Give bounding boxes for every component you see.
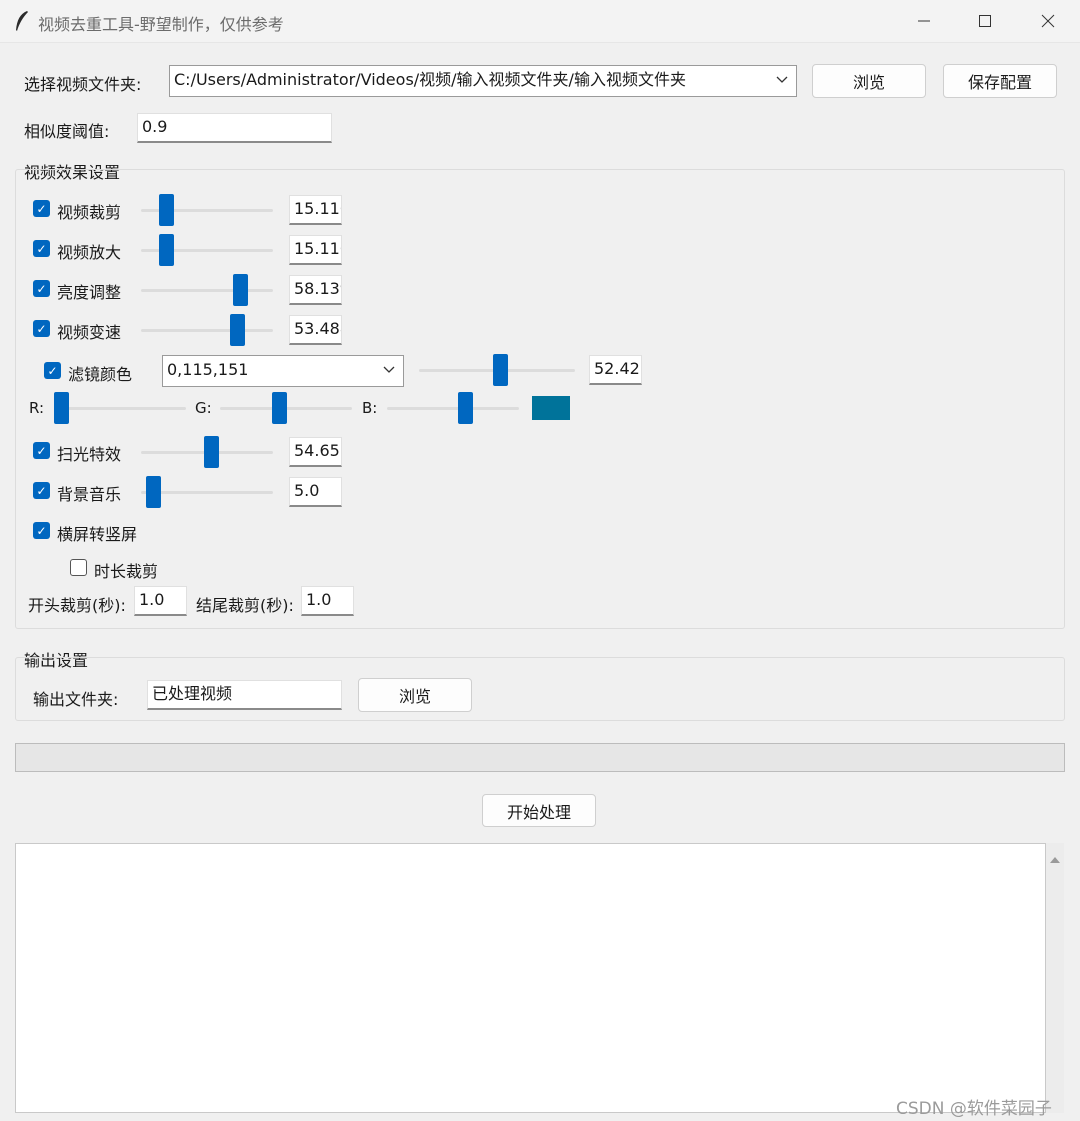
brightness-label: 亮度调整 <box>57 283 122 302</box>
zoom-slider[interactable] <box>141 234 273 266</box>
output-folder-label: 输出文件夹: <box>33 690 119 709</box>
g-label: G: <box>195 399 212 417</box>
landscape-checkbox[interactable]: ✓ <box>33 522 50 539</box>
color-swatch <box>532 396 570 420</box>
brightness-slider[interactable] <box>141 274 273 306</box>
g-slider[interactable] <box>220 392 352 424</box>
output-folder-input[interactable]: 已处理视频 <box>147 680 342 710</box>
close-button[interactable] <box>1017 0 1079 42</box>
speed-checkbox[interactable]: ✓ <box>33 320 50 337</box>
filter-color-value: 0,115,151 <box>167 360 249 379</box>
start-button[interactable]: 开始处理 <box>482 794 596 827</box>
log-scrollbar[interactable] <box>1046 843 1064 1113</box>
music-checkbox[interactable]: ✓ <box>33 482 50 499</box>
watermark: CSDN @软件菜园子 <box>896 1099 1052 1119</box>
minimize-icon <box>918 20 930 22</box>
threshold-input[interactable]: 0.9 <box>137 113 332 143</box>
duration-label: 时长裁剪 <box>94 562 159 581</box>
crop-label: 视频裁剪 <box>57 203 122 222</box>
sweep-label: 扫光特效 <box>57 445 122 464</box>
zoom-label: 视频放大 <box>57 243 122 262</box>
folder-combobox[interactable]: C:/Users/Administrator/Videos/视频/输入视频文件夹… <box>169 65 797 97</box>
browse-input-button[interactable]: 浏览 <box>812 64 926 98</box>
music-value-input[interactable]: 5.0 <box>289 477 342 507</box>
threshold-label: 相似度阈值: <box>24 122 110 141</box>
feather-icon <box>14 10 30 36</box>
effect-row-crop: ✓ 视频裁剪 15.116 <box>33 194 353 226</box>
progress-bar <box>15 743 1065 772</box>
landscape-label: 横屏转竖屏 <box>57 525 138 544</box>
sweep-checkbox[interactable]: ✓ <box>33 442 50 459</box>
zoom-value-input[interactable]: 15.116 <box>289 235 342 265</box>
sweep-value-input[interactable]: 54.651 <box>289 437 342 467</box>
folder-combobox-value: C:/Users/Administrator/Videos/视频/输入视频文件夹… <box>174 70 686 89</box>
filter-label: 滤镜颜色 <box>68 365 133 384</box>
minimize-button[interactable] <box>893 0 955 42</box>
r-label: R: <box>29 399 45 417</box>
zoom-checkbox[interactable]: ✓ <box>33 240 50 257</box>
duration-checkbox[interactable] <box>70 559 87 576</box>
folder-label: 选择视频文件夹: <box>24 75 142 94</box>
tail-trim-label: 结尾裁剪(秒): <box>196 596 294 615</box>
save-config-button[interactable]: 保存配置 <box>943 64 1057 98</box>
speed-label: 视频变速 <box>57 323 122 342</box>
b-label: B: <box>362 399 378 417</box>
sweep-slider[interactable] <box>141 436 273 468</box>
window-title: 视频去重工具-野望制作，仅供参考 <box>38 15 284 34</box>
b-slider[interactable] <box>387 392 519 424</box>
music-slider[interactable] <box>141 476 273 508</box>
crop-checkbox[interactable]: ✓ <box>33 200 50 217</box>
r-slider[interactable] <box>54 392 186 424</box>
browse-output-button[interactable]: 浏览 <box>358 678 472 712</box>
filter-value-input[interactable]: 52.427 <box>589 355 642 385</box>
effect-row-sweep: ✓ 扫光特效 54.651 <box>33 436 353 468</box>
close-icon <box>1041 14 1055 28</box>
effect-row-music: ✓ 背景音乐 5.0 <box>33 476 353 508</box>
effect-row-zoom: ✓ 视频放大 15.116 <box>33 234 353 266</box>
music-label: 背景音乐 <box>57 485 122 504</box>
chevron-down-icon <box>776 66 788 96</box>
effect-row-speed: ✓ 视频变速 53.488 <box>33 314 353 346</box>
effect-row-brightness: ✓ 亮度调整 58.139 <box>33 274 353 306</box>
crop-value-input[interactable]: 15.116 <box>289 195 342 225</box>
crop-slider[interactable] <box>141 194 273 226</box>
speed-slider[interactable] <box>141 314 273 346</box>
head-trim-label: 开头裁剪(秒): <box>28 596 126 615</box>
brightness-value-input[interactable]: 58.139 <box>289 275 342 305</box>
filter-color-combobox[interactable]: 0,115,151 <box>162 355 404 387</box>
tail-trim-input[interactable]: 1.0 <box>301 586 354 616</box>
filter-checkbox[interactable]: ✓ <box>44 362 61 379</box>
maximize-button[interactable] <box>954 0 1016 42</box>
chevron-down-icon <box>383 356 395 386</box>
brightness-checkbox[interactable]: ✓ <box>33 280 50 297</box>
filter-intensity-slider[interactable] <box>419 354 575 386</box>
scroll-up-arrow-icon[interactable] <box>1046 849 1064 869</box>
title-bar: 视频去重工具-野望制作，仅供参考 <box>0 0 1080 43</box>
head-trim-input[interactable]: 1.0 <box>134 586 187 616</box>
log-textarea[interactable] <box>15 843 1046 1113</box>
speed-value-input[interactable]: 53.488 <box>289 315 342 345</box>
maximize-icon <box>979 15 991 27</box>
